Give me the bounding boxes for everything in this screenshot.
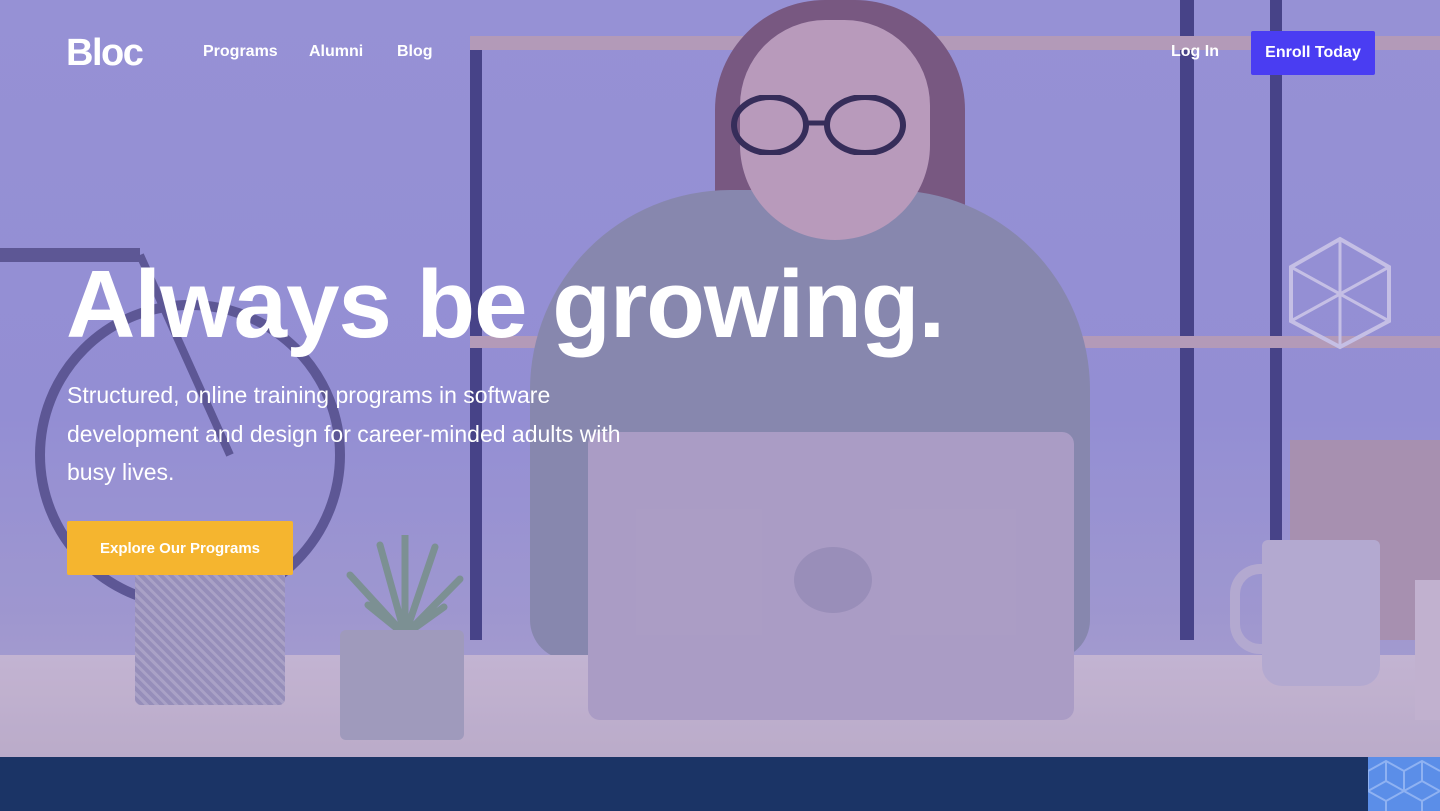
explore-programs-button[interactable]: Explore Our Programs bbox=[67, 521, 293, 575]
nav-link-alumni[interactable]: Alumni bbox=[309, 43, 363, 61]
enroll-today-button[interactable]: Enroll Today bbox=[1251, 31, 1375, 75]
next-section-band bbox=[0, 757, 1440, 811]
bloc-logo[interactable]: Bloc bbox=[66, 32, 144, 75]
top-navigation: Bloc Programs Alumni Blog Log In Enroll … bbox=[0, 0, 1440, 106]
hero-subtext: Structured, online training programs in … bbox=[67, 382, 621, 485]
nav-link-programs[interactable]: Programs bbox=[203, 43, 278, 61]
hero-headline: Always be growing. bbox=[66, 251, 945, 358]
nav-link-blog[interactable]: Blog bbox=[397, 43, 433, 61]
login-link[interactable]: Log In bbox=[1171, 43, 1219, 61]
cube-pattern-decoration bbox=[1368, 757, 1440, 811]
hero-section: Bloc Programs Alumni Blog Log In Enroll … bbox=[0, 0, 1440, 757]
